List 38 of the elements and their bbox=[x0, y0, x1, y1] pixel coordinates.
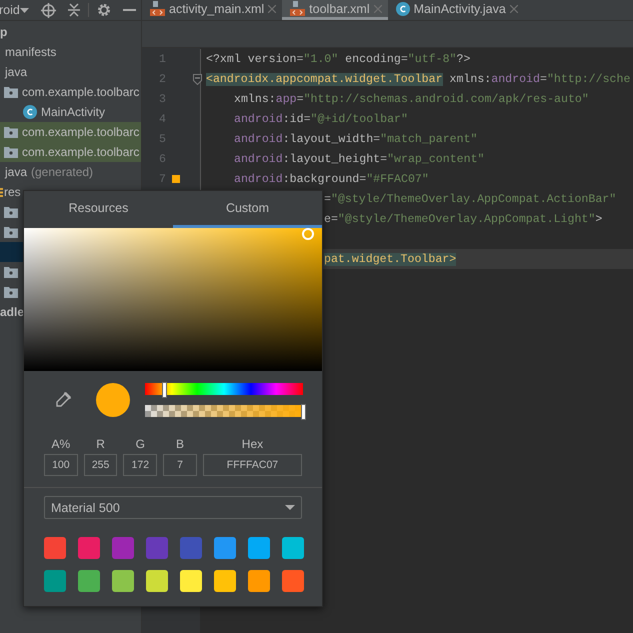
code-token: "match_parent" bbox=[380, 132, 478, 146]
code-token: "@style/ThemeOverlay.AppCompat.ActionBar" bbox=[330, 192, 616, 206]
code-token: "utf-8" bbox=[408, 52, 456, 66]
field-label: G bbox=[136, 437, 145, 451]
code-token: android bbox=[234, 172, 283, 186]
code-token: "http://sche bbox=[546, 72, 630, 86]
code-token: "1.0" bbox=[303, 52, 338, 66]
code-token: android bbox=[234, 132, 283, 146]
code-token: <androidx.appcompat.widget.Toolbar bbox=[206, 72, 443, 86]
field-label: R bbox=[96, 437, 105, 451]
code-token: "@style/ThemeOverlay.AppCompat.Light" bbox=[338, 212, 596, 226]
code-token: <?xml version= bbox=[206, 52, 304, 66]
tree-item-note: (generated) bbox=[31, 165, 94, 179]
code-token: pat.widget.Toolbar> bbox=[324, 252, 456, 266]
code-token: = bbox=[324, 192, 331, 206]
field-label: B bbox=[176, 437, 184, 451]
code-token: xmlns: bbox=[234, 92, 276, 106]
code-token: encoding= bbox=[344, 52, 408, 66]
code-token: :layout_width= bbox=[282, 132, 380, 146]
code-token: e= bbox=[324, 212, 338, 226]
code-token: = bbox=[540, 72, 547, 86]
code-token: xmlns: bbox=[448, 72, 492, 86]
code-token: :layout_height= bbox=[282, 152, 388, 166]
code-token: "@+id/toolbar" bbox=[310, 112, 408, 126]
code-token: "#FFAC07" bbox=[366, 172, 429, 186]
code-token: = bbox=[296, 92, 304, 106]
code-token: android bbox=[491, 72, 540, 86]
code-token: "wrap_content" bbox=[387, 152, 484, 166]
code-token: app bbox=[276, 92, 297, 106]
field-label: Hex bbox=[242, 437, 264, 451]
code-token: android bbox=[234, 112, 283, 126]
code-token: > bbox=[595, 212, 602, 226]
code-token: "http://schemas.android.com/apk/res-auto" bbox=[304, 92, 589, 106]
code-token: android bbox=[234, 152, 283, 166]
code-token: :id= bbox=[282, 112, 311, 126]
field-label: A% bbox=[52, 437, 70, 451]
code-token: ?> bbox=[456, 52, 470, 66]
code-token: :background= bbox=[282, 172, 366, 186]
